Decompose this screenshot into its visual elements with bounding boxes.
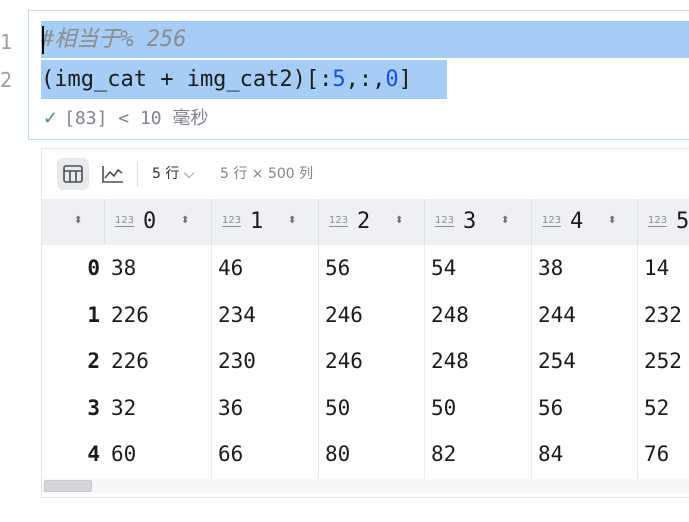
data-column: 54 248 248 50 82 bbox=[425, 245, 532, 489]
chevron-down-icon: ⌵ bbox=[183, 166, 195, 182]
code-token: ,:, bbox=[345, 67, 386, 92]
type-icon: 123 bbox=[542, 215, 562, 227]
table-cell[interactable]: 82 bbox=[431, 431, 456, 477]
table-cell[interactable]: 254 bbox=[538, 338, 576, 384]
rows-selector[interactable]: 5 行 ⌵ bbox=[152, 163, 194, 185]
sort-icon[interactable]: ⬍ bbox=[74, 216, 82, 226]
column-header[interactable]: 123 2 ⬍ bbox=[319, 199, 425, 245]
table-cell[interactable]: 32 bbox=[111, 385, 136, 431]
type-icon: 123 bbox=[435, 215, 455, 227]
column-header[interactable]: 123 3 ⬍ bbox=[425, 199, 532, 245]
code-expression-line[interactable]: (img_cat + img_cat2)[:5,:,0] bbox=[41, 62, 412, 98]
table-cell[interactable]: 66 bbox=[218, 431, 243, 477]
row-index: 2 bbox=[87, 349, 100, 373]
rows-selector-label: 5 行 bbox=[152, 166, 180, 182]
check-icon: ✓ bbox=[43, 108, 59, 129]
toolbar-divider bbox=[137, 161, 138, 187]
table-cell[interactable]: 80 bbox=[325, 431, 350, 477]
line-number-gutter: 1 2 bbox=[0, 0, 24, 140]
column-name: 2 bbox=[357, 209, 371, 234]
table-cell[interactable]: 234 bbox=[218, 292, 256, 338]
code-cell[interactable]: #相当于% 256 (img_cat + img_cat2)[:5,:,0] ✓… bbox=[28, 10, 689, 140]
shape-info: 5 行 × 500 列 bbox=[220, 166, 314, 182]
data-column: 38 226 226 32 60 bbox=[105, 245, 212, 489]
column-name: 0 bbox=[143, 209, 157, 234]
table-cell[interactable]: 248 bbox=[431, 292, 469, 338]
table-cell[interactable]: 54 bbox=[431, 245, 456, 291]
code-comment-line[interactable]: #相当于% 256 bbox=[41, 22, 186, 58]
code-number: 0 bbox=[385, 67, 399, 92]
column-header[interactable]: 123 1 ⬍ bbox=[212, 199, 319, 245]
horizontal-scrollbar[interactable] bbox=[42, 479, 689, 493]
line-number: 2 bbox=[0, 68, 13, 92]
chart-icon bbox=[102, 166, 123, 183]
dataframe-output: 5 行 ⌵ 5 行 × 500 列 ⬍ 123 0 ⬍ 123 1 ⬍ 123 … bbox=[41, 148, 689, 498]
table-cell[interactable]: 38 bbox=[111, 245, 136, 291]
table-cell[interactable]: 84 bbox=[538, 431, 563, 477]
data-column: 56 246 246 50 80 bbox=[319, 245, 425, 489]
execution-duration: < 10 毫秒 bbox=[118, 108, 209, 129]
column-name: 3 bbox=[463, 209, 477, 234]
column-name: 5 bbox=[676, 209, 689, 234]
table-cell[interactable]: 232 bbox=[644, 292, 682, 338]
table-cell[interactable]: 38 bbox=[538, 245, 563, 291]
sort-icon[interactable]: ⬍ bbox=[608, 216, 616, 226]
text-cursor bbox=[42, 26, 44, 54]
line-number: 1 bbox=[0, 30, 13, 54]
row-index-column: 0 1 2 3 4 bbox=[42, 245, 104, 489]
column-header[interactable]: 123 5 bbox=[638, 199, 689, 245]
data-column: 38 244 254 56 84 bbox=[532, 245, 638, 489]
table-cell[interactable]: 52 bbox=[644, 385, 669, 431]
table-cell[interactable]: 56 bbox=[538, 385, 563, 431]
table-cell[interactable]: 50 bbox=[325, 385, 350, 431]
execution-status: ✓ [83] < 10 毫秒 bbox=[43, 106, 208, 132]
code-token: ] bbox=[398, 67, 412, 92]
table-cell[interactable]: 226 bbox=[111, 292, 149, 338]
table-cell[interactable]: 244 bbox=[538, 292, 576, 338]
sort-icon[interactable]: ⬍ bbox=[288, 216, 296, 226]
table-cell[interactable]: 230 bbox=[218, 338, 256, 384]
table-cell[interactable]: 226 bbox=[111, 338, 149, 384]
sort-icon[interactable]: ⬍ bbox=[501, 216, 509, 226]
type-icon: 123 bbox=[222, 215, 242, 227]
table-cell[interactable]: 50 bbox=[431, 385, 456, 431]
code-token: (img_cat + img_cat2)[: bbox=[41, 67, 333, 92]
data-grid: ⬍ 123 0 ⬍ 123 1 ⬍ 123 2 ⬍ 123 3 ⬍ 123 4 … bbox=[42, 199, 689, 489]
table-cell[interactable]: 246 bbox=[325, 338, 363, 384]
scrollbar-thumb[interactable] bbox=[44, 480, 92, 492]
table-cell[interactable]: 14 bbox=[644, 245, 669, 291]
table-cell[interactable]: 252 bbox=[644, 338, 682, 384]
column-name: 4 bbox=[570, 209, 584, 234]
table-cell[interactable]: 248 bbox=[431, 338, 469, 384]
sort-icon[interactable]: ⬍ bbox=[395, 216, 403, 226]
table-cell[interactable]: 36 bbox=[218, 385, 243, 431]
row-index: 3 bbox=[87, 396, 100, 420]
table-cell[interactable]: 60 bbox=[111, 431, 136, 477]
column-header[interactable]: 123 4 ⬍ bbox=[532, 199, 638, 245]
chart-view-button[interactable] bbox=[97, 158, 129, 190]
sort-icon[interactable]: ⬍ bbox=[181, 216, 189, 226]
data-column: 14 232 252 52 76 bbox=[638, 245, 689, 489]
code-number: 5 bbox=[332, 67, 346, 92]
data-column: 46 234 230 36 66 bbox=[212, 245, 319, 489]
table-view-button[interactable] bbox=[57, 158, 89, 190]
row-index: 0 bbox=[87, 256, 100, 280]
table-cell[interactable]: 46 bbox=[218, 245, 243, 291]
output-toolbar: 5 行 ⌵ 5 行 × 500 列 bbox=[42, 149, 689, 199]
index-header[interactable]: ⬍ bbox=[42, 199, 105, 245]
table-cell[interactable]: 76 bbox=[644, 431, 669, 477]
row-index: 4 bbox=[87, 442, 100, 466]
row-index: 1 bbox=[87, 303, 100, 327]
execution-count: [83] bbox=[64, 108, 108, 129]
type-icon: 123 bbox=[115, 215, 135, 227]
type-icon: 123 bbox=[648, 215, 668, 227]
table-icon bbox=[63, 165, 83, 183]
type-icon: 123 bbox=[329, 215, 349, 227]
column-name: 1 bbox=[250, 209, 264, 234]
table-cell[interactable]: 56 bbox=[325, 245, 350, 291]
table-cell[interactable]: 246 bbox=[325, 292, 363, 338]
column-header[interactable]: 123 0 ⬍ bbox=[105, 199, 212, 245]
